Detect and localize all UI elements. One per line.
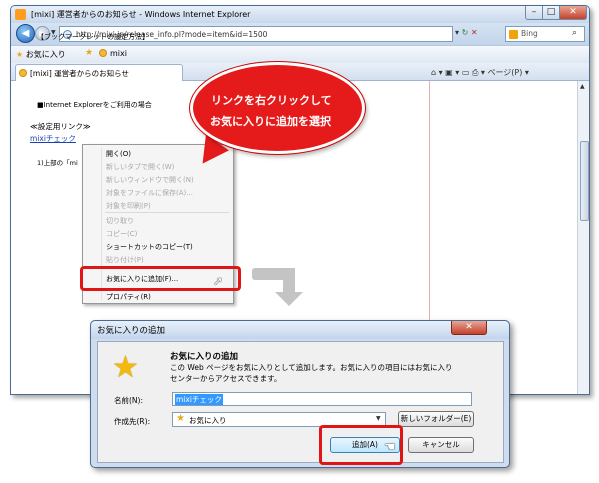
menu-separator: [105, 212, 229, 213]
mixi-tab-icon: [19, 69, 27, 77]
folder-label: 作成先(R):: [114, 417, 151, 426]
command-bar[interactable]: ⌂ ▾ ▣ ▾ ▭ ⎙ ▾ ページ(P) ▾: [431, 67, 529, 78]
favorites-label: お気に入り: [25, 50, 66, 59]
window-title: [mixi] 運営者からのお知らせ - Windows Internet Exp…: [31, 10, 251, 19]
name-value: mixiチェック: [175, 394, 223, 405]
callout-text-line2: お気に入りに追加を選択: [210, 115, 331, 128]
vertical-scrollbar[interactable]: ▲: [577, 81, 589, 394]
search-input[interactable]: Bing ⌕: [505, 26, 585, 42]
favorites-button[interactable]: ★ お気に入り: [16, 49, 66, 60]
tab-mixi[interactable]: [mixi] 運営者からのお知らせ: [15, 64, 183, 81]
folder-star-icon: ★: [176, 413, 185, 424]
menu-item-copy-shortcut[interactable]: ショートカットのコピー(T): [106, 242, 193, 252]
callout-bubble: [190, 62, 365, 154]
dialog-title: お気に入りの追加: [97, 326, 166, 336]
menu-item-open[interactable]: 開く(O): [106, 149, 131, 159]
minimize-button[interactable]: –: [525, 6, 543, 20]
cancel-button[interactable]: キャンセル: [408, 437, 474, 453]
dialog-heading: お気に入りの追加: [170, 352, 239, 362]
mixi-check-link[interactable]: mixiチェック: [30, 133, 76, 144]
name-label: 名前(N):: [114, 396, 143, 405]
dialog-title-bar: お気に入りの追加 ✕: [91, 321, 509, 339]
hand-cursor-icon: ☚: [384, 440, 396, 455]
new-folder-button[interactable]: 新しいフォルダー(E): [398, 411, 474, 427]
back-button[interactable]: ◀: [16, 24, 35, 43]
tab-label: [mixi] 運営者からのお知らせ: [30, 69, 129, 78]
refresh-icon[interactable]: ↻: [462, 28, 469, 37]
address-dropdown-icon[interactable]: ▾: [455, 28, 459, 37]
address-actions: ▾ ↻ ✕: [455, 28, 478, 37]
title-bar: [mixi] 運営者からのお知らせ - Windows Internet Exp…: [11, 6, 589, 23]
chevron-down-icon: ▼: [376, 415, 381, 422]
scroll-up-icon[interactable]: ▲: [580, 83, 585, 90]
maximize-button[interactable]: □: [542, 6, 560, 20]
menu-item-paste[interactable]: 貼り付け(P): [106, 255, 144, 265]
add-to-favorites-bar-icon[interactable]: ★: [85, 48, 93, 58]
menu-item-properties[interactable]: プロパティ(R): [106, 292, 151, 302]
folder-value: お気に入り: [189, 416, 227, 425]
ie-page-icon: [15, 9, 26, 20]
menu-item-copy[interactable]: コピー(C): [106, 229, 137, 239]
favorites-link-label: mixi: [110, 49, 127, 58]
menu-item-open-new-tab[interactable]: 新しいタブで開く(W): [106, 162, 174, 172]
dialog-description-line2: センターからアクセスできます。: [170, 374, 282, 383]
dialog-body: ★ お気に入りの追加 この Web ページをお気に入りとして追加します。お気に入…: [97, 341, 504, 463]
favorites-bar: ★ お気に入り ★ mixi: [11, 45, 589, 63]
menu-item-open-new-window[interactable]: 新しいウィンドウで開く(N): [106, 175, 194, 185]
search-placeholder: Bing: [521, 29, 538, 38]
favorites-link-mixi[interactable]: mixi: [99, 49, 127, 58]
settings-link-heading: ≪設定用リンク≫: [30, 122, 91, 131]
dialog-description-line1: この Web ページをお気に入りとして追加します。お気に入りの項目にはお気に入り: [170, 363, 453, 372]
callout-text-line1: リンクを右クリックして: [211, 94, 332, 107]
stop-icon[interactable]: ✕: [471, 28, 478, 37]
menu-item-cut[interactable]: 切り取り: [106, 216, 134, 226]
menu-item-print-target[interactable]: 対象を印刷(P): [106, 201, 151, 211]
add-favorite-dialog: お気に入りの追加 ✕ ★ お気に入りの追加 この Web ページをお気に入りとし…: [90, 320, 510, 468]
mouse-cursor-icon: ➚: [213, 274, 224, 288]
menu-item-save-target[interactable]: 対象をファイルに保存(A)...: [106, 188, 193, 198]
search-icon[interactable]: ⌕: [572, 28, 577, 38]
scroll-thumb[interactable]: [580, 141, 589, 221]
close-button[interactable]: ✕: [559, 6, 587, 20]
name-field[interactable]: mixiチェック: [172, 392, 472, 406]
step1-text: 1)上部の「mi: [37, 159, 78, 167]
favorite-star-icon: ★: [112, 350, 139, 385]
bing-icon: [509, 30, 518, 39]
step-arrow-down: [283, 268, 295, 294]
ie-heading: ■Internet Explorerをご利用の場合: [37, 101, 152, 109]
bookmarklet-heading: 【ブックマークレットの設定方法】: [37, 33, 149, 41]
mixi-icon: [99, 49, 107, 57]
favorites-star-icon: ★: [16, 50, 24, 59]
step-arrow-head: [275, 292, 303, 306]
dialog-close-button[interactable]: ✕: [451, 321, 487, 335]
